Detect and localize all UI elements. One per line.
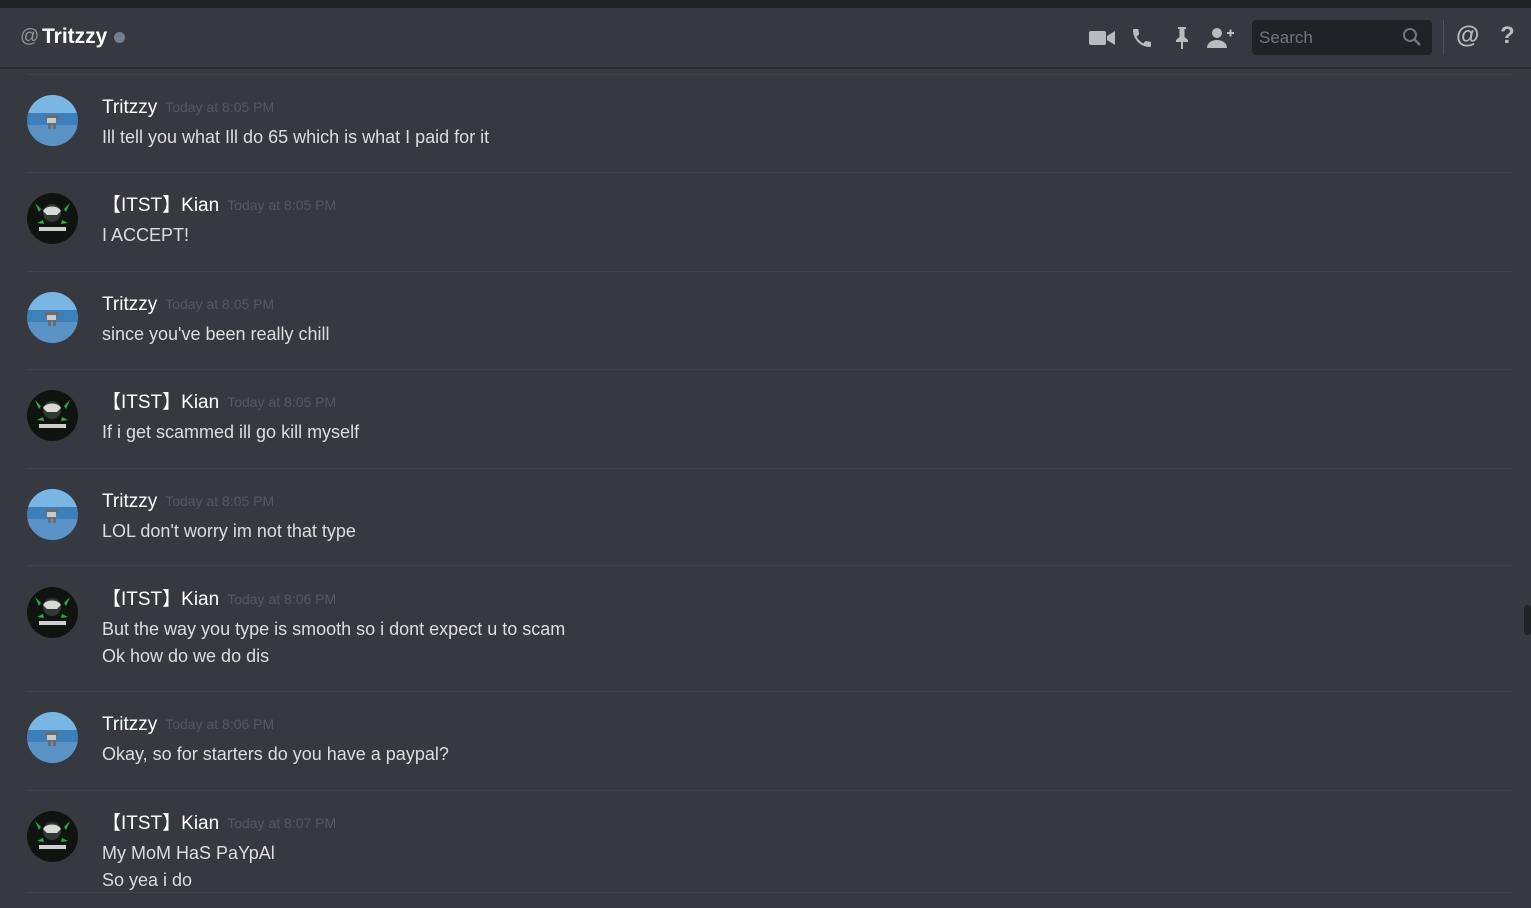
divider [27, 892, 1513, 893]
divider [27, 74, 1513, 75]
message-timestamp: Today at 8:05 PM [227, 197, 337, 213]
dm-at-icon: @ [20, 26, 40, 47]
divider [27, 172, 1513, 173]
avatar-tritzzy[interactable] [27, 489, 78, 540]
message-timestamp: Today at 8:05 PM [165, 296, 275, 312]
message-item: 【ITST】Kian Today at 8:07 PM My MoM HaS Pa… [27, 811, 1513, 893]
message-item: 【ITST】Kian Today at 8:05 PM If i get scam… [27, 390, 1513, 469]
avatar-tritzzy[interactable] [27, 292, 78, 343]
message-timestamp: Today at 8:06 PM [165, 716, 275, 732]
help-icon[interactable]: ? [1500, 21, 1515, 51]
pin-icon[interactable] [1168, 24, 1196, 52]
message-author[interactable]: 【ITST】Kian Today at 8:05 PM [102, 193, 336, 218]
message-author[interactable]: Tritzzy Today at 8:05 PM [102, 489, 274, 514]
avatar-tritzzy[interactable] [27, 712, 78, 763]
author-name[interactable]: Tritzzy [102, 294, 157, 315]
message-text: I ACCEPT! [102, 225, 190, 245]
message-item: Tritzzy Today at 8:06 PM Okay, so for sta… [27, 712, 1513, 791]
message-item: Tritzzy Today at 8:05 PM LOL don't worry … [27, 489, 1513, 566]
author-name[interactable]: 【ITST】Kian [102, 813, 219, 834]
header-divider [1443, 20, 1444, 55]
scrollbar-thumb[interactable] [1524, 605, 1531, 635]
author-name[interactable]: 【ITST】Kian [102, 589, 219, 610]
divider [27, 691, 1513, 692]
message-text: since you've been really chill [102, 324, 330, 344]
message-item: Tritzzy Today at 8:05 PM since you've bee… [27, 292, 1513, 370]
divider [27, 790, 1513, 791]
message-author[interactable]: 【ITST】Kian Today at 8:05 PM [102, 390, 336, 415]
message-timestamp: Today at 8:05 PM [227, 394, 337, 410]
author-name[interactable]: Tritzzy [102, 97, 157, 118]
avatar-tritzzy[interactable] [27, 95, 78, 146]
divider [27, 468, 1513, 469]
avatar-kian[interactable] [27, 390, 78, 441]
avatar-kian[interactable] [27, 811, 78, 862]
message-timestamp: Today at 8:07 PM [227, 815, 337, 831]
message-timestamp: Today at 8:05 PM [165, 493, 275, 509]
channel-header: @ Tritzzy @ ? [0, 8, 1531, 68]
message-author[interactable]: Tritzzy Today at 8:06 PM [102, 712, 274, 737]
author-name[interactable]: 【ITST】Kian [102, 195, 219, 216]
add-friend-icon[interactable] [1207, 24, 1235, 52]
message-author[interactable]: Tritzzy Today at 8:05 PM [102, 292, 274, 317]
message-text: So yea i do [102, 870, 193, 890]
message-item: Tritzzy Today at 8:05 PM Ill tell you wha… [27, 95, 1513, 173]
message-author[interactable]: Tritzzy Today at 8:05 PM [102, 95, 274, 120]
message-author[interactable]: 【ITST】Kian Today at 8:07 PM [102, 811, 336, 836]
message-text: My MoM HaS PaYpAl [102, 843, 275, 863]
search-icon [1403, 28, 1421, 46]
mention-icon[interactable]: @ [1456, 21, 1479, 51]
search-box[interactable] [1252, 20, 1432, 55]
message-text: Ill tell you what Ill do 65 which is wha… [102, 127, 490, 147]
status-offline-indicator [114, 32, 125, 43]
message-author[interactable]: 【ITST】Kian Today at 8:06 PM [102, 587, 336, 612]
divider [27, 565, 1513, 566]
divider [27, 369, 1513, 370]
message-timestamp: Today at 8:06 PM [227, 591, 337, 607]
author-name[interactable]: Tritzzy [102, 714, 157, 735]
message-item: 【ITST】Kian Today at 8:06 PM But the way y… [27, 587, 1513, 692]
video-icon[interactable] [1088, 24, 1116, 52]
window-top-strip [0, 0, 1531, 8]
message-text: LOL don't worry im not that type [102, 521, 356, 541]
search-input[interactable] [1252, 20, 1402, 55]
phone-icon[interactable] [1128, 24, 1156, 52]
avatar-kian[interactable] [27, 587, 78, 638]
channel-name: Tritzzy [42, 25, 108, 48]
divider [27, 271, 1513, 272]
message-text: Okay, so for starters do you have a payp… [102, 744, 449, 764]
message-text: Ok how do we do dis [102, 646, 270, 666]
avatar-kian[interactable] [27, 193, 78, 244]
message-list: Tritzzy Today at 8:05 PM Ill tell you wha… [0, 68, 1531, 908]
message-timestamp: Today at 8:05 PM [165, 99, 275, 115]
message-text: If i get scammed ill go kill myself [102, 422, 360, 442]
message-text: But the way you type is smooth so i dont… [102, 619, 566, 639]
author-name[interactable]: 【ITST】Kian [102, 392, 219, 413]
author-name[interactable]: Tritzzy [102, 491, 157, 512]
message-item: 【ITST】Kian Today at 8:05 PM I ACCEPT! [27, 193, 1513, 272]
